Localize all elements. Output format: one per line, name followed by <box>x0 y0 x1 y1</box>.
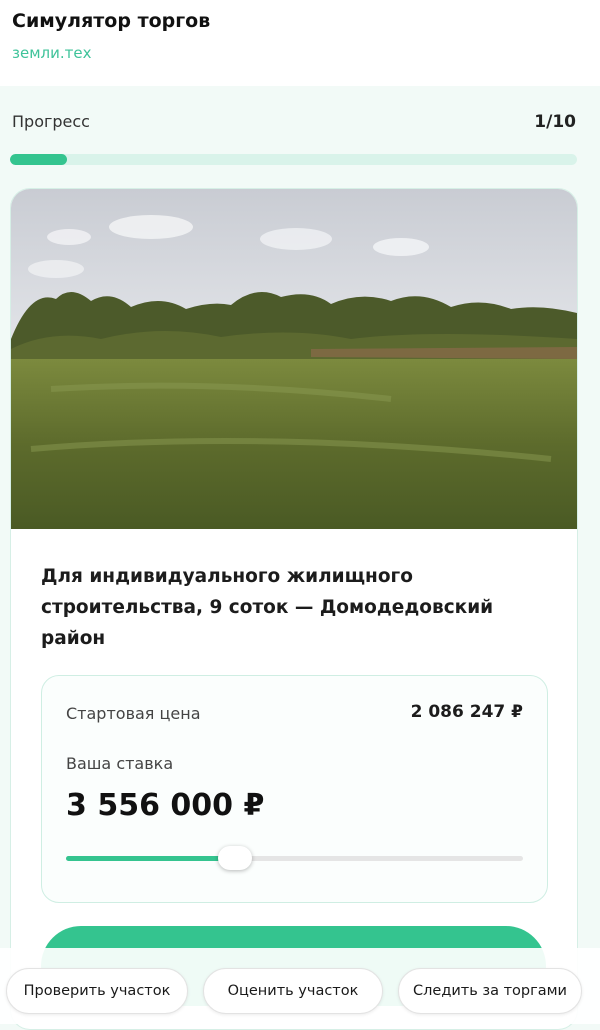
bid-label: Ваша ставка <box>66 754 174 773</box>
start-price-label: Стартовая цена <box>66 704 201 723</box>
progress-bar-fill <box>10 154 67 165</box>
progress-bar <box>10 154 577 165</box>
bid-slider-thumb[interactable] <box>218 846 253 870</box>
start-price-value: 2 086 247 ₽ <box>410 702 523 722</box>
bid-panel: Стартовая цена 2 086 247 ₽ Ваша ставка 3… <box>41 675 548 903</box>
app-header: Симулятор торгов земли.тех <box>0 0 600 86</box>
lot-photo <box>11 189 577 529</box>
progress-count: 1/10 <box>534 112 576 132</box>
app-title: Симулятор торгов <box>12 10 211 32</box>
lot-title: Для индивидуального жилищного строительс… <box>41 566 494 649</box>
bid-slider-track[interactable] <box>66 856 523 861</box>
app-subtitle-link[interactable]: земли.тех <box>12 44 91 62</box>
bottom-action-bar: Проверить участок Оценить участок Следит… <box>0 948 600 1024</box>
bid-value: 3 556 000 ₽ <box>66 788 265 823</box>
progress-label: Прогресс <box>12 112 90 131</box>
follow-auctions-button[interactable]: Следить за торгами <box>398 968 582 1014</box>
lot-card: Для индивидуального жилищного строительс… <box>10 188 578 1030</box>
check-plot-button[interactable]: Проверить участок <box>6 968 188 1014</box>
bid-slider-fill <box>66 856 236 861</box>
estimate-plot-button[interactable]: Оценить участок <box>203 968 383 1014</box>
